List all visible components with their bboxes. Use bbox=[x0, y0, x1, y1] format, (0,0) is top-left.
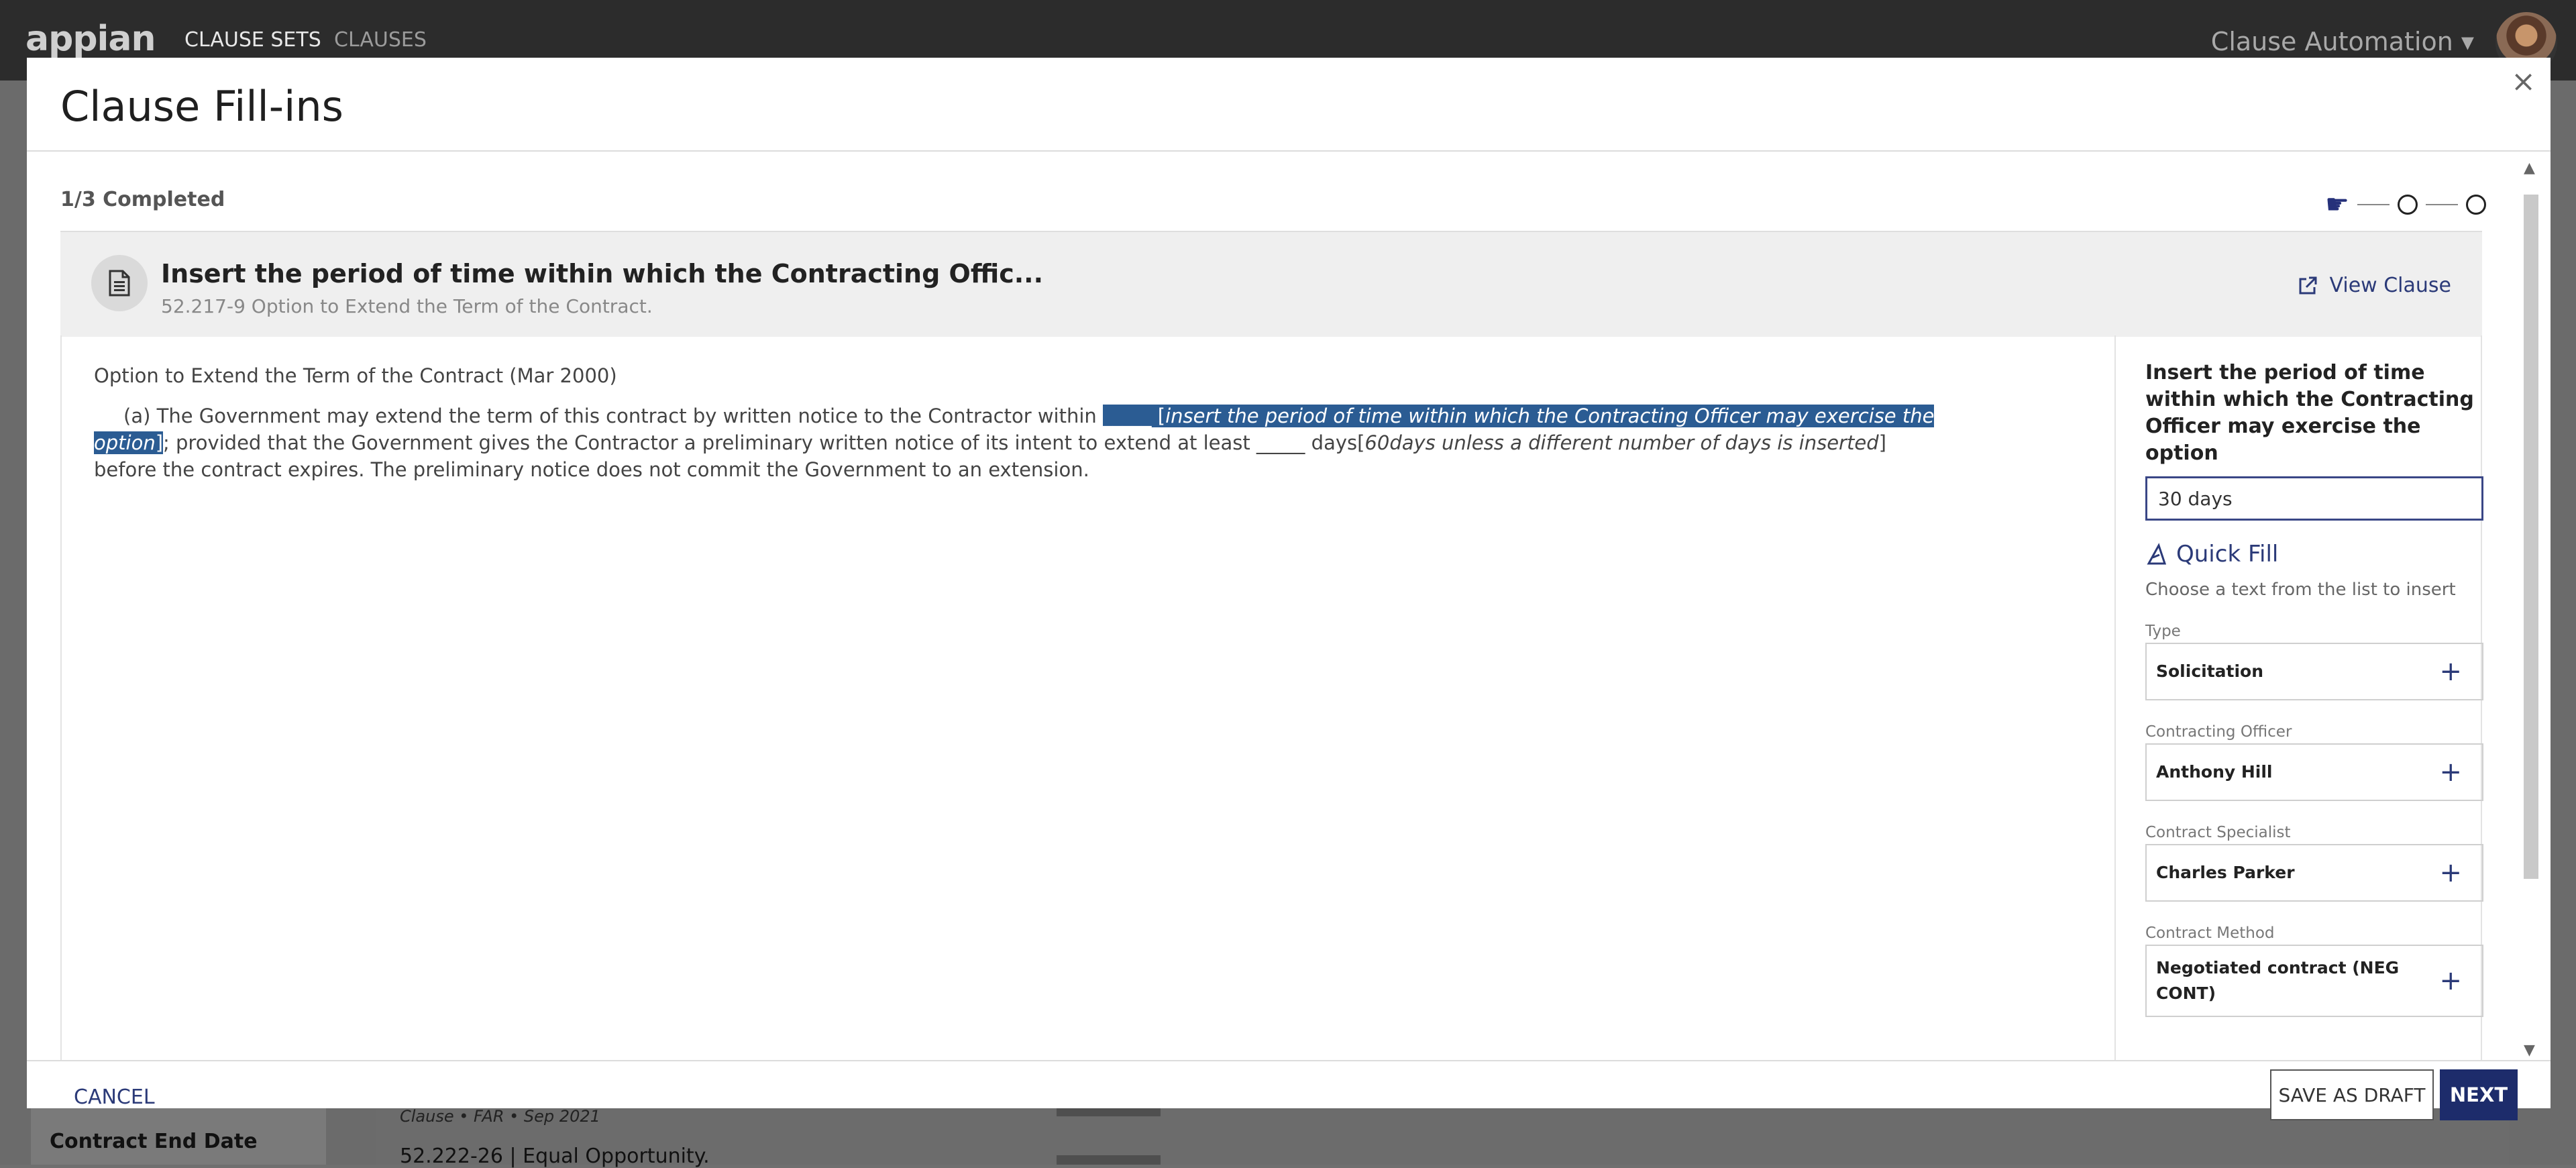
document-icon bbox=[91, 255, 148, 311]
quick-fill-contract-method[interactable]: Negotiated contract (NEG CONT) + bbox=[2145, 945, 2483, 1017]
clause-text-part: (a) The Government may extend the term o… bbox=[123, 405, 1104, 427]
background-chip bbox=[1057, 1155, 1161, 1165]
clause-text: Option to Extend the Term of the Contrac… bbox=[94, 362, 1945, 483]
fillin-bracket: [ bbox=[1151, 405, 1166, 427]
quick-fill-contracting-officer[interactable]: Anthony Hill + bbox=[2145, 743, 2483, 801]
quick-fill-hint: Choose a text from the list to insert bbox=[2145, 580, 2456, 600]
divider bbox=[2114, 335, 2116, 1060]
clause-title: Insert the period of time within which t… bbox=[161, 259, 1044, 288]
fillin-answer-input[interactable] bbox=[2145, 476, 2483, 521]
save-as-draft-button[interactable]: SAVE AS DRAFT bbox=[2270, 1069, 2434, 1120]
field-value: Negotiated contract (NEG CONT) bbox=[2156, 958, 2400, 1003]
clause-body: Option to Extend the Term of the Contrac… bbox=[60, 335, 2485, 1060]
close-icon[interactable]: × bbox=[2511, 64, 2536, 99]
wizard-hat-icon bbox=[2147, 543, 2167, 565]
divider bbox=[27, 1060, 2551, 1061]
field-label-contract-specialist: Contract Specialist bbox=[2145, 824, 2291, 841]
field-value: Charles Parker bbox=[2156, 863, 2295, 882]
fillin-blank: _____ bbox=[1103, 405, 1152, 427]
app-name: Clause Automation bbox=[2210, 27, 2453, 56]
divider bbox=[27, 150, 2551, 152]
quick-fill-label: Quick Fill bbox=[2176, 541, 2279, 568]
step-2-circle[interactable] bbox=[2398, 195, 2418, 215]
field-label-contract-method: Contract Method bbox=[2145, 924, 2275, 942]
pointing-hand-icon: ☛ bbox=[2325, 189, 2349, 220]
field-value: Anthony Hill bbox=[2156, 762, 2273, 782]
nav-clauses[interactable]: CLAUSES bbox=[334, 28, 427, 52]
view-clause-link[interactable]: View Clause bbox=[2298, 274, 2452, 297]
app-switcher[interactable]: Clause Automation ▾ bbox=[2211, 27, 2474, 56]
fillin-label: Insert the period of time within which t… bbox=[2145, 361, 2474, 465]
step-3-circle[interactable] bbox=[2466, 195, 2486, 215]
clause-heading: Option to Extend the Term of the Contrac… bbox=[94, 364, 617, 387]
step-connector bbox=[2357, 204, 2390, 205]
scroll-down-arrow-icon[interactable]: ▼ bbox=[2524, 1042, 2535, 1059]
appian-logo[interactable]: appian bbox=[25, 19, 156, 59]
field-label-contracting-officer: Contracting Officer bbox=[2145, 723, 2292, 741]
progress-stepper: ☛ bbox=[2325, 189, 2486, 220]
background-side-label: Contract End Date bbox=[50, 1130, 258, 1153]
view-clause-label: View Clause bbox=[2329, 274, 2452, 297]
scroll-thumb[interactable] bbox=[2524, 195, 2538, 879]
progress-text: 1/3 Completed bbox=[60, 188, 225, 211]
fillin-side-panel: Insert the period of time within which t… bbox=[2145, 360, 2485, 1017]
clause-paragraph: (a) The Government may extend the term o… bbox=[94, 403, 1945, 483]
fillin-bracket: ] bbox=[155, 431, 164, 454]
chevron-down-icon: ▾ bbox=[2461, 27, 2474, 56]
field-label-type: Type bbox=[2145, 623, 2181, 640]
scroll-up-arrow-icon[interactable]: ▲ bbox=[2524, 160, 2535, 176]
plus-icon[interactable]: + bbox=[2439, 757, 2462, 788]
plus-icon[interactable]: + bbox=[2439, 656, 2462, 687]
fillin-placeholder-2[interactable]: 60days unless a different number of days… bbox=[1364, 431, 1878, 454]
quick-fill-type[interactable]: Solicitation + bbox=[2145, 643, 2483, 700]
step-connector bbox=[2426, 204, 2458, 205]
clause-text-part: ; provided that the Government gives the… bbox=[163, 431, 1365, 454]
quick-fill-contract-specialist[interactable]: Charles Parker + bbox=[2145, 844, 2483, 902]
clause-subtitle: 52.217-9 Option to Extend the Term of th… bbox=[161, 295, 653, 317]
clause-header: Insert the period of time within which t… bbox=[60, 231, 2482, 337]
quick-fill-heading: Quick Fill bbox=[2145, 541, 2485, 568]
field-value: Solicitation bbox=[2156, 661, 2264, 681]
nav-clause-sets[interactable]: CLAUSE SETS bbox=[184, 28, 321, 52]
cancel-button[interactable]: CANCEL bbox=[74, 1085, 155, 1109]
background-row-meta: Clause • FAR • Sep 2021 bbox=[400, 1107, 600, 1126]
next-button[interactable]: NEXT bbox=[2440, 1069, 2518, 1120]
external-link-icon bbox=[2299, 276, 2316, 294]
plus-icon[interactable]: + bbox=[2439, 965, 2462, 996]
modal-title: Clause Fill-ins bbox=[60, 82, 343, 131]
plus-icon[interactable]: + bbox=[2439, 857, 2462, 888]
scrollbar[interactable]: ▲ ▼ bbox=[2518, 160, 2544, 1059]
clause-fillins-modal: Clause Fill-ins × 1/3 Completed ☛ ▲ ▼ In… bbox=[27, 58, 2551, 1120]
background-chip bbox=[1057, 1107, 1161, 1116]
